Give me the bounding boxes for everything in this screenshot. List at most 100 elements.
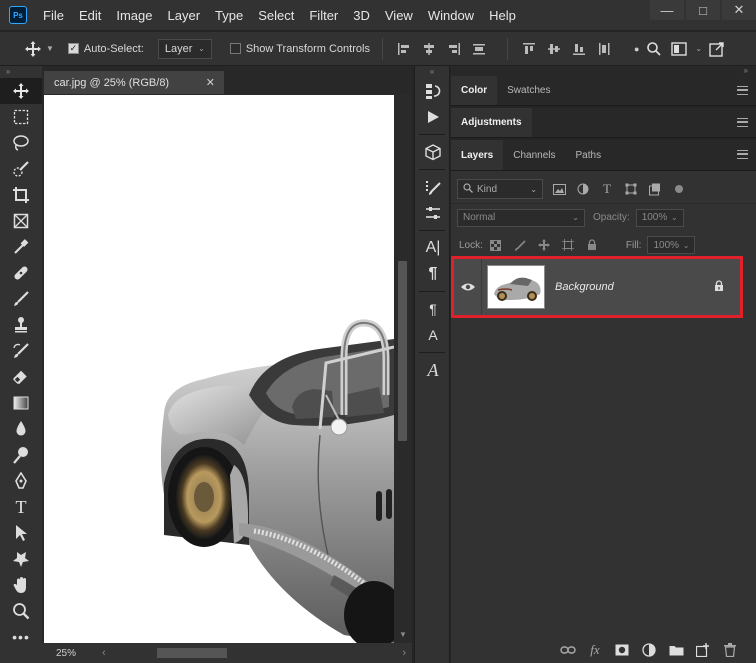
eyedropper-tool[interactable] [0, 234, 42, 260]
align-top-icon[interactable] [520, 40, 538, 58]
zoom-tool[interactable] [0, 598, 42, 624]
menu-window[interactable]: Window [428, 8, 474, 23]
lock-icon[interactable] [714, 279, 724, 295]
distribute-icon[interactable] [470, 40, 488, 58]
panel-menu-icon[interactable] [737, 150, 748, 159]
menu-image[interactable]: Image [116, 8, 152, 23]
brush-settings-icon[interactable] [415, 174, 451, 200]
opacity-field[interactable]: 100% ⌄ [635, 208, 684, 227]
lock-all-icon[interactable] [584, 237, 600, 253]
paragraph-styles-icon[interactable]: ¶ [415, 296, 451, 322]
lock-artboard-icon[interactable] [560, 237, 576, 253]
new-adjustment-layer-icon[interactable] [641, 642, 657, 658]
tab-adjustments[interactable]: Adjustments [451, 108, 532, 137]
new-layer-icon[interactable] [695, 642, 711, 658]
brushes-panel-icon[interactable] [415, 200, 451, 226]
filter-shape-icon[interactable] [623, 181, 639, 197]
zoom-level[interactable]: 25% [56, 648, 76, 659]
menu-help[interactable]: Help [489, 8, 516, 23]
document-canvas[interactable] [44, 95, 394, 643]
type-tool[interactable]: T [0, 494, 42, 520]
align-left-icon[interactable] [395, 40, 413, 58]
align-bottom-icon[interactable] [570, 40, 588, 58]
filter-pixel-icon[interactable] [551, 181, 567, 197]
menu-filter[interactable]: Filter [309, 8, 338, 23]
chevron-down-icon[interactable]: ▼ [46, 44, 54, 53]
tab-paths[interactable]: Paths [566, 140, 612, 170]
canvas-area[interactable] [42, 94, 394, 643]
custom-shape-tool[interactable] [0, 546, 42, 572]
collapse-arrows-icon[interactable]: » [0, 66, 42, 78]
menu-file[interactable]: File [43, 8, 64, 23]
eraser-tool[interactable] [0, 364, 42, 390]
lock-image-pixels-icon[interactable] [512, 237, 528, 253]
delete-layer-icon[interactable] [722, 642, 738, 658]
glyphs-panel-icon[interactable]: A [415, 357, 451, 383]
marquee-tool[interactable] [0, 104, 42, 130]
crop-tool[interactable] [0, 182, 42, 208]
align-right-icon[interactable] [445, 40, 463, 58]
healing-brush-tool[interactable] [0, 260, 42, 286]
paragraph-panel-icon[interactable]: ¶ [415, 261, 451, 287]
new-group-icon[interactable] [668, 642, 684, 658]
blur-tool[interactable] [0, 416, 42, 442]
move-tool-preset-icon[interactable] [22, 38, 44, 60]
menu-select[interactable]: Select [258, 8, 294, 23]
actions-panel-icon[interactable] [415, 104, 451, 130]
chevron-down-icon[interactable]: ⌄ [695, 44, 702, 53]
minimize-icon[interactable]: — [650, 0, 684, 20]
more-tools-icon[interactable]: ••• [0, 624, 42, 650]
clone-stamp-tool[interactable] [0, 312, 42, 338]
maximize-icon[interactable]: □ [686, 0, 720, 20]
history-brush-tool[interactable] [0, 338, 42, 364]
layer-style-fx-icon[interactable]: fx [587, 642, 603, 658]
chevron-left-icon[interactable]: ‹ [102, 647, 106, 659]
align-middle-v-icon[interactable] [545, 40, 563, 58]
search-icon[interactable] [645, 40, 663, 58]
align-center-h-icon[interactable] [420, 40, 438, 58]
auto-select-target-dropdown[interactable]: Layer ⌄ [157, 38, 212, 59]
link-layers-icon[interactable] [560, 642, 576, 658]
frame-tool[interactable] [0, 208, 42, 234]
collapse-arrows-icon[interactable]: « [415, 66, 449, 78]
scrollbar-thumb[interactable] [398, 261, 407, 441]
lasso-tool[interactable] [0, 130, 42, 156]
filter-adjustment-icon[interactable] [575, 181, 591, 197]
panel-menu-icon[interactable] [737, 118, 748, 127]
tab-swatches[interactable]: Swatches [497, 76, 560, 105]
brush-tool[interactable] [0, 286, 42, 312]
menu-layer[interactable]: Layer [168, 8, 201, 23]
lock-transparent-icon[interactable] [488, 237, 504, 253]
collapse-arrows-icon[interactable]: » [451, 66, 756, 76]
character-styles-icon[interactable]: A [415, 322, 451, 348]
menu-3d[interactable]: 3D [353, 8, 370, 23]
filter-kind-dropdown[interactable]: Kind ⌄ [457, 179, 543, 199]
history-panel-icon[interactable] [415, 78, 451, 104]
chevron-down-icon[interactable]: ▼ [399, 630, 407, 639]
menu-edit[interactable]: Edit [79, 8, 101, 23]
3d-panel-icon[interactable] [415, 139, 451, 165]
layer-name[interactable]: Background [555, 281, 714, 293]
vertical-scrollbar[interactable]: ▼ [394, 94, 412, 643]
menu-view[interactable]: View [385, 8, 413, 23]
auto-select-checkbox[interactable]: ✓ [67, 43, 79, 54]
panel-menu-icon[interactable] [737, 86, 748, 95]
add-mask-icon[interactable] [614, 642, 630, 658]
more-options-icon[interactable]: ● [634, 44, 639, 54]
quick-select-tool[interactable] [0, 156, 42, 182]
document-tab[interactable]: car.jpg @ 25% (RGB/8) ✕ [44, 71, 224, 94]
filter-smart-object-icon[interactable] [647, 181, 663, 197]
filter-type-icon[interactable]: T [599, 181, 615, 197]
distribute-vertical-icon[interactable] [595, 40, 613, 58]
tab-channels[interactable]: Channels [503, 140, 565, 170]
move-tool[interactable] [0, 78, 42, 104]
pen-tool[interactable] [0, 468, 42, 494]
show-transform-checkbox[interactable] [229, 43, 241, 54]
tab-color[interactable]: Color [451, 76, 498, 105]
close-icon[interactable]: ✕ [722, 0, 756, 20]
tab-layers[interactable]: Layers [451, 140, 504, 170]
gradient-tool[interactable] [0, 390, 42, 416]
blend-mode-dropdown[interactable]: Normal ⌄ [457, 208, 585, 227]
close-icon[interactable]: ✕ [206, 76, 215, 89]
dodge-tool[interactable] [0, 442, 42, 468]
